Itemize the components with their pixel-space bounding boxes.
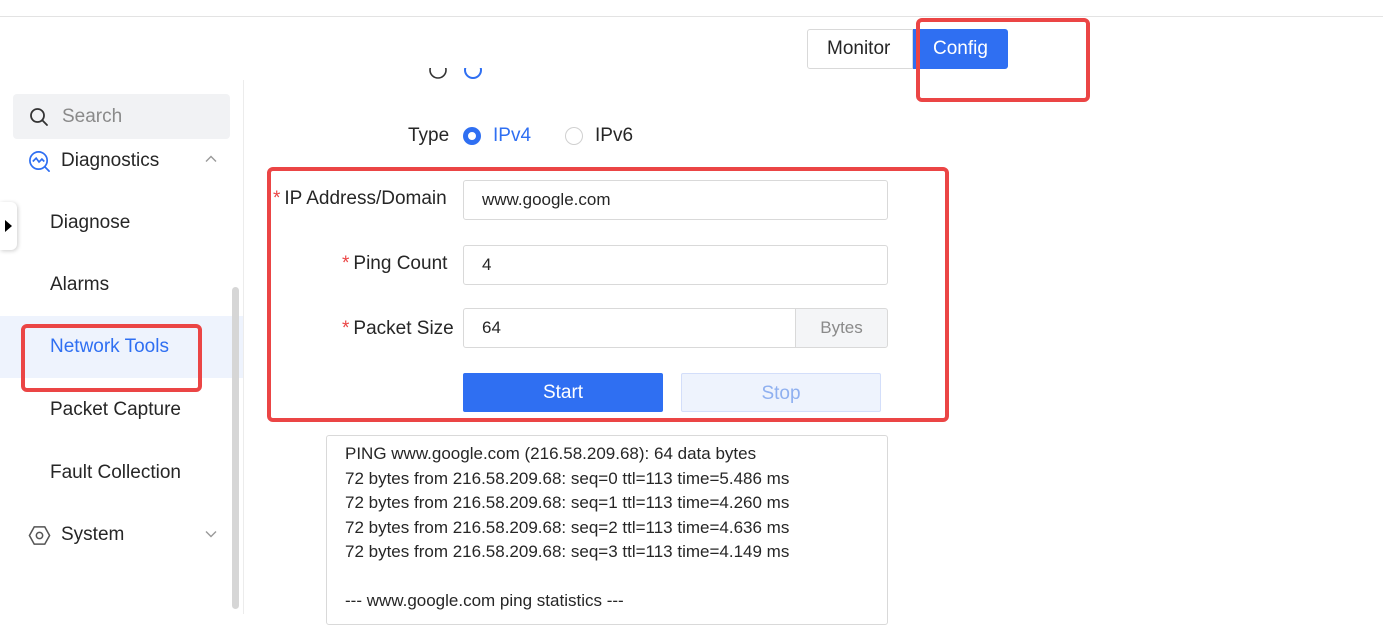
radio-label: IPv4 [493, 125, 532, 146]
menu-group-label: Diagnostics [61, 150, 160, 171]
system-hexagon-icon [28, 525, 51, 545]
sidebar-item-alarms[interactable]: Alarms [0, 254, 243, 316]
menu-group-system[interactable]: System [28, 520, 228, 550]
sidebar-item-fault-collection[interactable]: Fault Collection [0, 442, 243, 504]
radio-dot [565, 127, 583, 145]
diagnostics-icon [29, 150, 50, 172]
output-line: --- www.google.com ping statistics --- [345, 591, 624, 610]
chevron-up-icon[interactable] [204, 152, 218, 166]
output-line: 72 bytes from 216.58.209.68: seq=2 ttl=1… [345, 517, 790, 537]
form-highlight-box [267, 167, 949, 422]
menu-group-diagnostics[interactable]: Diagnostics [28, 146, 228, 176]
sidebar-scrollbar[interactable] [232, 287, 239, 609]
output-line: 72 bytes from 216.58.209.68: seq=1 ttl=1… [345, 493, 790, 512]
search-input[interactable] [62, 105, 222, 128]
output-line: 72 bytes from 216.58.209.68: seq=0 ttl=1… [345, 468, 790, 488]
radio-label: IPv6 [595, 125, 634, 146]
monitor-tab[interactable]: Monitor [807, 29, 913, 69]
caret-right-icon [5, 220, 12, 232]
sidebar-item-diagnose[interactable]: Diagnose [0, 192, 243, 254]
top-bar [0, 0, 1383, 17]
ping-output[interactable]: PING www.google.com (216.58.209.68): 64 … [326, 435, 888, 625]
type-ipv6-radio[interactable]: IPv6 [565, 125, 633, 147]
search-icon [30, 107, 48, 126]
type-label: Type [408, 125, 450, 146]
radio-dot-selected [463, 127, 481, 145]
search-box[interactable] [13, 94, 230, 139]
menu-group-label: System [61, 524, 125, 545]
sidebar-collapse-tab[interactable] [0, 202, 17, 250]
config-highlight-box [916, 18, 1090, 102]
network-tools-highlight-box [21, 324, 202, 392]
output-line: PING www.google.com (216.58.209.68): 64 … [345, 444, 757, 463]
clipped-circle-icon [429, 68, 447, 79]
clipped-radio-icon [464, 68, 482, 79]
clipped-previous-row [380, 68, 880, 82]
chevron-down-icon[interactable] [204, 527, 218, 541]
type-ipv4-radio[interactable]: IPv4 [463, 125, 531, 147]
output-line: 72 bytes from 216.58.209.68: seq=3 ttl=1… [345, 542, 790, 561]
